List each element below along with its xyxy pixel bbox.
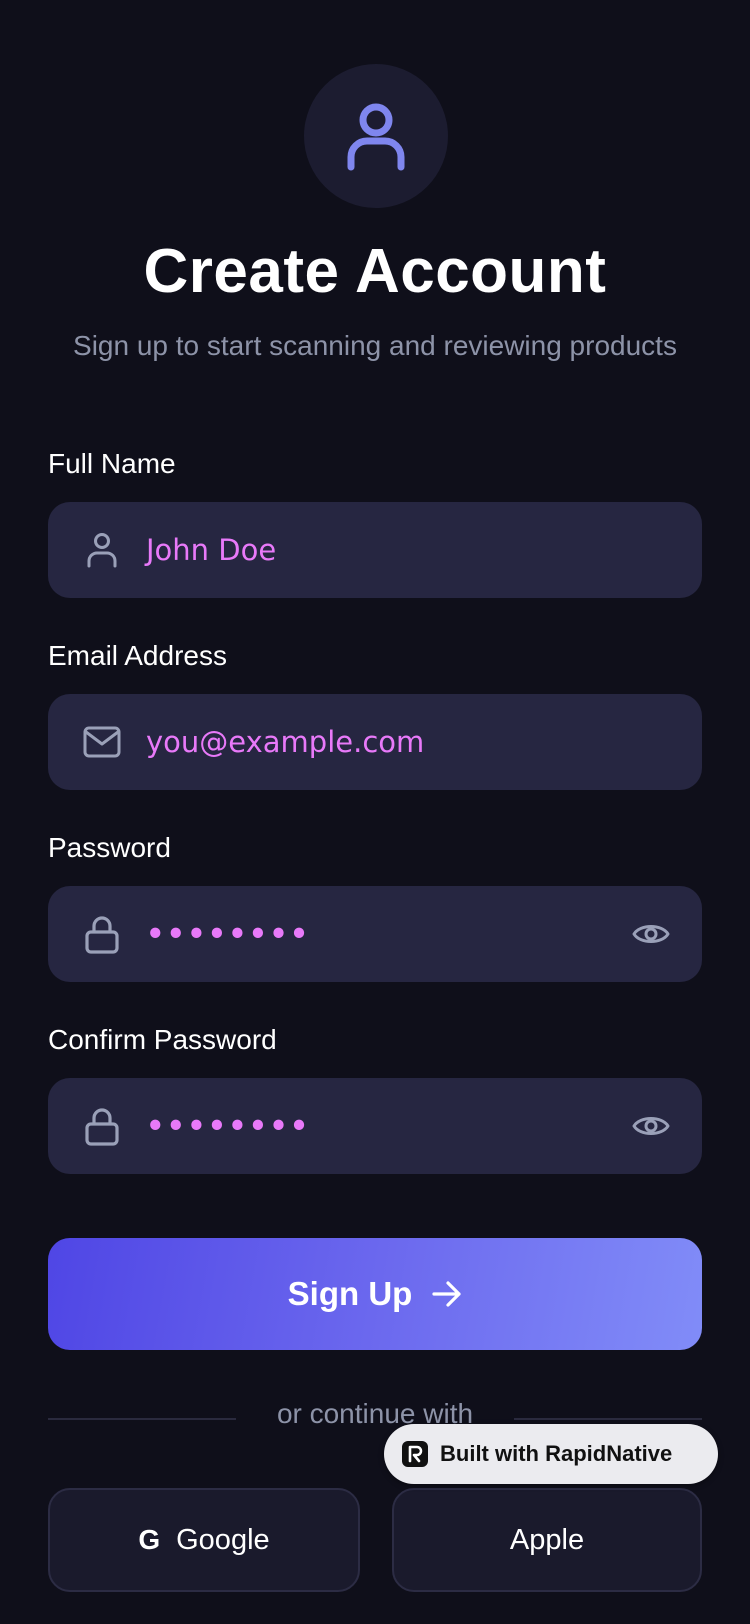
- eye-icon[interactable]: [630, 1106, 672, 1146]
- built-with-badge[interactable]: Built with RapidNative: [384, 1424, 718, 1484]
- google-button[interactable]: G Google: [48, 1488, 360, 1592]
- signup-button-label: Sign Up: [287, 1275, 413, 1312]
- apple-button-label: Apple: [509, 1523, 585, 1556]
- password-value: ••••••••: [146, 917, 311, 951]
- rapidnative-logo-icon: [402, 1441, 428, 1467]
- avatar: [304, 64, 448, 208]
- badge-label: Built with RapidNative: [440, 1441, 673, 1466]
- lock-icon: [82, 914, 122, 954]
- password-label: Password: [48, 832, 171, 863]
- lock-icon: [82, 1106, 122, 1146]
- password-field[interactable]: ••••••••: [48, 886, 702, 982]
- email-value: you@example.com: [146, 725, 425, 759]
- arrow-right-icon: [432, 1281, 461, 1307]
- full-name-label: Full Name: [48, 448, 176, 479]
- mail-icon: [82, 722, 122, 762]
- confirm-password-value: ••••••••: [146, 1109, 311, 1143]
- divider-line-right: [514, 1418, 702, 1420]
- confirm-password-label: Confirm Password: [48, 1024, 277, 1055]
- email-label: Email Address: [48, 640, 227, 671]
- email-field[interactable]: you@example.com: [48, 694, 702, 790]
- apple-button[interactable]: Apple: [392, 1488, 702, 1592]
- page-subtitle: Sign up to start scanning and reviewing …: [73, 330, 677, 361]
- signup-button[interactable]: Sign Up: [48, 1238, 702, 1350]
- google-icon: G: [138, 1524, 161, 1555]
- full-name-field[interactable]: John Doe: [48, 502, 702, 598]
- google-button-label: Google: [176, 1523, 270, 1556]
- full-name-value: John Doe: [146, 533, 277, 567]
- page-title: Create Account: [143, 237, 607, 306]
- user-icon: [347, 103, 405, 171]
- user-icon: [82, 530, 122, 570]
- eye-icon[interactable]: [630, 914, 672, 954]
- confirm-password-field[interactable]: ••••••••: [48, 1078, 702, 1174]
